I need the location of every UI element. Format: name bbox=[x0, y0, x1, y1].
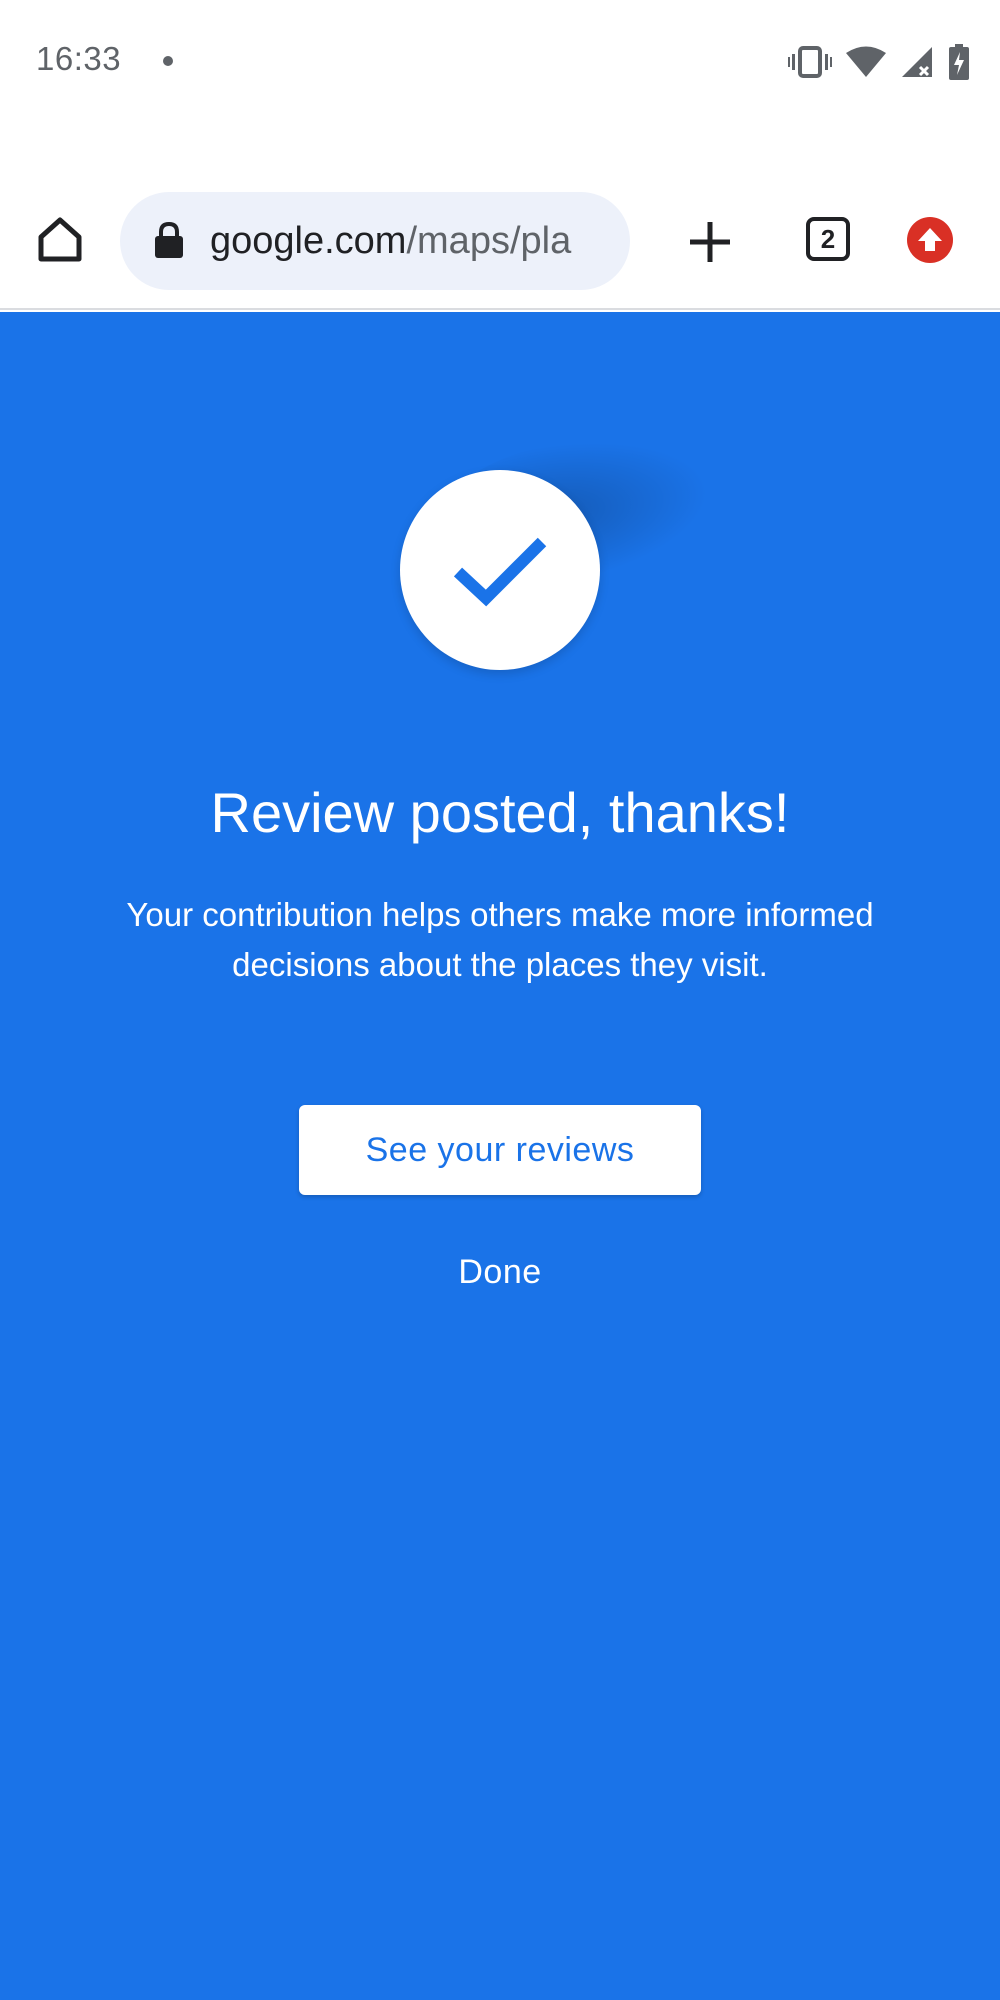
url-path: /maps/pla bbox=[406, 220, 572, 262]
cell-signal-no-service-icon bbox=[900, 45, 934, 79]
confirmation-description: Your contribution helps others make more… bbox=[126, 896, 874, 983]
done-button[interactable]: Done bbox=[400, 1237, 600, 1307]
update-icon[interactable] bbox=[907, 217, 953, 263]
lock-icon bbox=[155, 222, 183, 258]
home-icon[interactable] bbox=[34, 213, 86, 265]
app-root: 16:33 google.com/maps/pla 2 Review poste… bbox=[0, 0, 1000, 2000]
checkmark-badge bbox=[400, 470, 600, 670]
tab-count: 2 bbox=[820, 223, 836, 254]
status-time: 16:33 bbox=[36, 40, 122, 77]
status-bar: 16:33 bbox=[0, 0, 1000, 120]
url-text: google.com/maps/pla bbox=[210, 192, 620, 290]
tab-switcher-icon[interactable]: 2 bbox=[806, 217, 850, 261]
checkmark-icon bbox=[453, 537, 547, 607]
notification-dot-icon bbox=[163, 56, 173, 66]
confirmation-title: Review posted, thanks! bbox=[210, 781, 790, 844]
vibrate-icon bbox=[788, 45, 832, 79]
address-bar[interactable]: google.com/maps/pla bbox=[120, 192, 630, 290]
review-confirmation-panel: Review posted, thanks! Your contribution… bbox=[0, 312, 1000, 2000]
browser-toolbar: google.com/maps/pla 2 bbox=[0, 120, 1000, 310]
wifi-icon bbox=[846, 46, 886, 78]
battery-charging-icon bbox=[948, 44, 970, 80]
status-icons bbox=[788, 42, 970, 82]
new-tab-icon[interactable] bbox=[686, 218, 734, 266]
see-your-reviews-button[interactable]: See your reviews bbox=[299, 1105, 701, 1195]
url-host: google.com bbox=[210, 220, 407, 262]
